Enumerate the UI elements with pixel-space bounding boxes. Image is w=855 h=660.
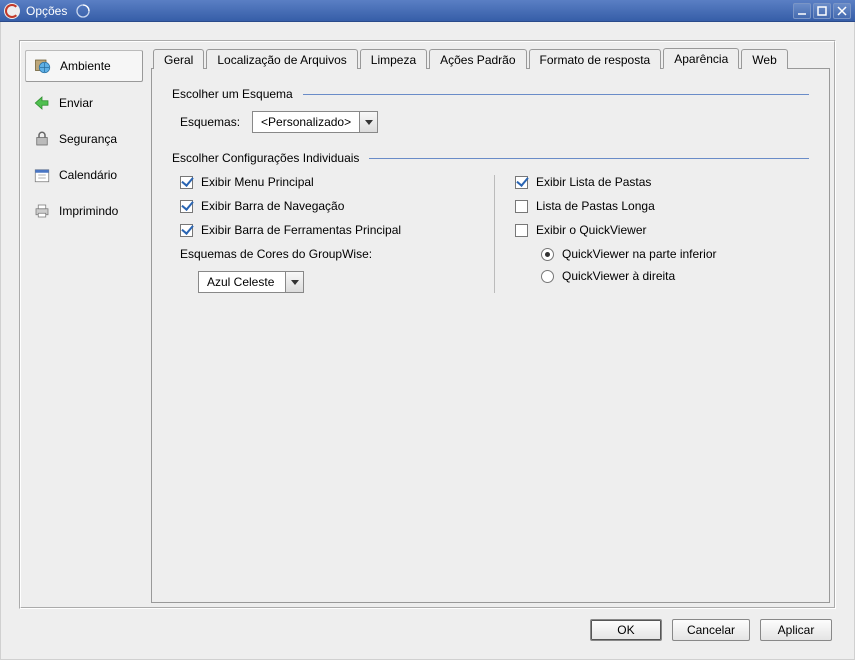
checkbox-icon	[180, 200, 193, 213]
checkbox-exibir-barra-navegacao[interactable]: Exibir Barra de Navegação	[180, 199, 474, 213]
calendar-icon	[33, 166, 51, 184]
sidebar-item-label: Imprimindo	[59, 204, 118, 218]
sidebar-item-ambiente[interactable]: Ambiente	[25, 50, 143, 82]
checkbox-exibir-quickviewer[interactable]: Exibir o QuickViewer	[515, 223, 809, 237]
tab-content-aparencia: Escolher um Esquema Esquemas: <Personali…	[151, 68, 830, 603]
radio-icon	[541, 248, 554, 261]
tab-formato-resposta[interactable]: Formato de resposta	[529, 49, 662, 69]
main-frame: Ambiente Enviar Segurança Calendário	[19, 40, 836, 609]
apply-button[interactable]: Aplicar	[760, 619, 832, 641]
radio-label: QuickViewer à direita	[562, 269, 675, 283]
maximize-button[interactable]	[813, 3, 831, 19]
checkbox-icon	[515, 200, 528, 213]
tab-panel: Geral Localização de Arquivos Limpeza Aç…	[151, 46, 830, 603]
scheme-combo[interactable]: <Personalizado>	[252, 111, 378, 133]
window-title: Opções	[26, 4, 67, 18]
tab-web[interactable]: Web	[741, 49, 787, 69]
tab-limpeza[interactable]: Limpeza	[360, 49, 427, 69]
group-config-individuais: Escolher Configurações Individuais Exibi…	[172, 151, 809, 293]
sidebar-item-enviar[interactable]: Enviar	[25, 88, 143, 118]
tab-label: Aparência	[674, 52, 728, 66]
button-label: Cancelar	[687, 623, 735, 637]
checkbox-exibir-barra-ferramentas[interactable]: Exibir Barra de Ferramentas Principal	[180, 223, 474, 237]
close-button[interactable]	[833, 3, 851, 19]
checkbox-icon	[180, 176, 193, 189]
group-rule	[303, 94, 809, 95]
app-icon	[4, 3, 20, 19]
options-left-column: Exibir Menu Principal Exibir Barra de Na…	[180, 175, 474, 293]
checkbox-label: Exibir Menu Principal	[201, 175, 314, 189]
checkbox-icon	[180, 224, 193, 237]
tab-localizacao-arquivos[interactable]: Localização de Arquivos	[206, 49, 357, 69]
button-label: Aplicar	[778, 623, 815, 637]
scheme-label: Esquemas:	[180, 115, 240, 129]
globe-box-icon	[34, 57, 52, 75]
color-scheme-combo[interactable]: Azul Celeste	[198, 271, 304, 293]
group-title: Escolher Configurações Individuais	[172, 151, 359, 165]
tab-label: Localização de Arquivos	[217, 53, 346, 67]
checkbox-label: Lista de Pastas Longa	[536, 199, 655, 213]
radio-quickviewer-inferior[interactable]: QuickViewer na parte inferior	[541, 247, 809, 261]
checkbox-label: Exibir o QuickViewer	[536, 223, 646, 237]
send-icon	[33, 94, 51, 112]
sidebar-item-imprimindo[interactable]: Imprimindo	[25, 196, 143, 226]
button-label: OK	[617, 623, 634, 637]
sidebar: Ambiente Enviar Segurança Calendário	[25, 46, 143, 603]
sidebar-item-label: Segurança	[59, 132, 117, 146]
ok-button[interactable]: OK	[590, 619, 662, 641]
chevron-down-icon	[359, 112, 377, 132]
tab-aparencia[interactable]: Aparência	[663, 48, 739, 69]
cancel-button[interactable]: Cancelar	[672, 619, 750, 641]
checkbox-icon	[515, 176, 528, 189]
checkbox-label: Exibir Barra de Navegação	[201, 199, 344, 213]
radio-quickviewer-direita[interactable]: QuickViewer à direita	[541, 269, 809, 283]
vertical-divider	[494, 175, 495, 293]
tab-label: Formato de resposta	[540, 53, 651, 67]
checkbox-lista-pastas-longa[interactable]: Lista de Pastas Longa	[515, 199, 809, 213]
lock-icon	[33, 130, 51, 148]
titlebar: Opções	[0, 0, 855, 22]
options-right-column: Exibir Lista de Pastas Lista de Pastas L…	[515, 175, 809, 293]
group-title: Escolher um Esquema	[172, 87, 293, 101]
swirl-icon	[75, 3, 91, 19]
checkbox-exibir-lista-pastas[interactable]: Exibir Lista de Pastas	[515, 175, 809, 189]
sidebar-item-label: Calendário	[59, 168, 117, 182]
tab-geral[interactable]: Geral	[153, 49, 204, 69]
sidebar-item-label: Ambiente	[60, 59, 111, 73]
printer-icon	[33, 202, 51, 220]
tab-label: Geral	[164, 53, 193, 67]
sidebar-item-calendario[interactable]: Calendário	[25, 160, 143, 190]
sidebar-item-seguranca[interactable]: Segurança	[25, 124, 143, 154]
radio-icon	[541, 270, 554, 283]
tab-label: Web	[752, 53, 776, 67]
dialog-footer: OK Cancelar Aplicar	[19, 609, 836, 641]
tabbar: Geral Localização de Arquivos Limpeza Aç…	[153, 46, 830, 68]
checkbox-exibir-menu-principal[interactable]: Exibir Menu Principal	[180, 175, 474, 189]
radio-label: QuickViewer na parte inferior	[562, 247, 717, 261]
tab-acoes-padrao[interactable]: Ações Padrão	[429, 49, 526, 69]
window-body: Ambiente Enviar Segurança Calendário	[0, 22, 855, 660]
checkbox-label: Exibir Lista de Pastas	[536, 175, 651, 189]
chevron-down-icon	[285, 272, 303, 292]
group-rule	[369, 158, 809, 159]
color-scheme-value: Azul Celeste	[199, 272, 285, 292]
checkbox-label: Exibir Barra de Ferramentas Principal	[201, 223, 401, 237]
minimize-button[interactable]	[793, 3, 811, 19]
tab-label: Ações Padrão	[440, 53, 515, 67]
sidebar-item-label: Enviar	[59, 96, 93, 110]
color-scheme-label: Esquemas de Cores do GroupWise:	[180, 247, 474, 261]
checkbox-icon	[515, 224, 528, 237]
tab-label: Limpeza	[371, 53, 416, 67]
group-escolher-esquema: Escolher um Esquema Esquemas: <Personali…	[172, 87, 809, 133]
scheme-combo-value: <Personalizado>	[253, 112, 359, 132]
